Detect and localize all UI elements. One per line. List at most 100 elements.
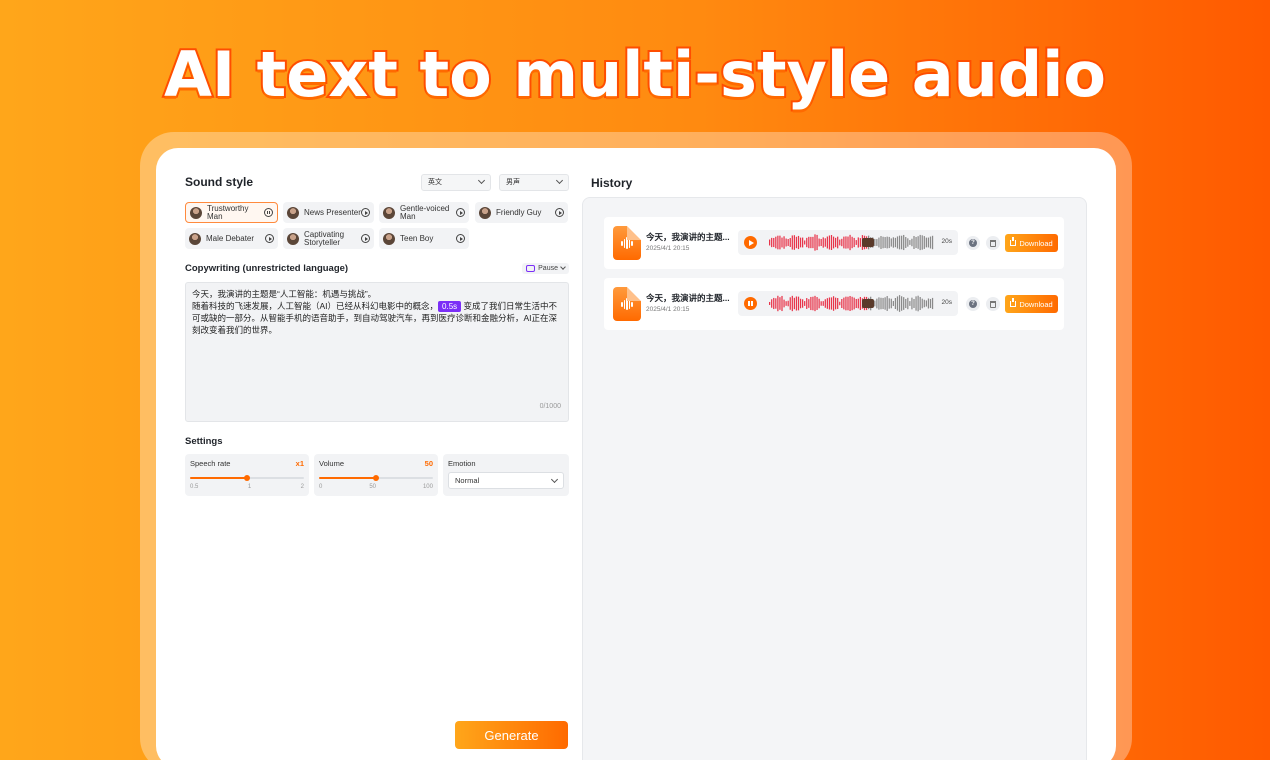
waveform[interactable] bbox=[769, 294, 934, 313]
speech-rate-label: Speech rate bbox=[190, 459, 231, 468]
char-counter: 0/1000 bbox=[539, 403, 561, 410]
copywriting-textarea[interactable]: 今天，我演讲的主题是“人工智能：机遇与挑战”。 随着科技的飞速发展，人工智能（A… bbox=[185, 282, 569, 422]
wave-bar bbox=[797, 296, 800, 311]
wave-bar bbox=[830, 235, 833, 250]
wave-bar bbox=[896, 236, 899, 249]
wave-bar bbox=[769, 239, 771, 246]
chevron-down-icon bbox=[477, 176, 486, 185]
wave-bar bbox=[909, 240, 911, 245]
help-button[interactable]: ? bbox=[966, 236, 980, 250]
play-icon[interactable] bbox=[265, 234, 274, 243]
emotion-select[interactable]: Normal bbox=[448, 472, 564, 489]
history-item: 今天，我演讲的主题... 2025/4/1 20:15 20s ? Downlo… bbox=[604, 217, 1064, 269]
wave-bar bbox=[841, 299, 843, 308]
gender-select[interactable]: 男声 bbox=[499, 173, 569, 191]
wave-bar bbox=[915, 236, 917, 249]
wave-bar bbox=[843, 236, 845, 249]
play-icon[interactable] bbox=[744, 236, 757, 249]
wave-bar bbox=[843, 297, 845, 310]
wave-bar bbox=[878, 237, 880, 248]
pause-icon[interactable] bbox=[264, 208, 273, 217]
playhead-marker[interactable] bbox=[862, 299, 874, 308]
wave-bar bbox=[853, 237, 855, 248]
pause-tag[interactable]: 0.5s bbox=[438, 301, 462, 312]
wave-bar bbox=[876, 239, 878, 246]
delete-button[interactable] bbox=[986, 297, 1000, 311]
voice-option-friendly-guy[interactable]: Friendly Guy bbox=[475, 202, 568, 223]
wave-bar bbox=[785, 238, 787, 247]
voice-option-captivating-storyteller[interactable]: Captivating Storyteller bbox=[283, 228, 374, 249]
download-button[interactable]: Download bbox=[1005, 295, 1058, 313]
wave-bar bbox=[808, 236, 810, 249]
wave-bar bbox=[892, 237, 894, 248]
wave-bar bbox=[802, 237, 804, 248]
slider-knob[interactable] bbox=[373, 475, 379, 481]
play-icon[interactable] bbox=[456, 234, 465, 243]
voice-option-male-debater[interactable]: Male Debater bbox=[185, 228, 278, 249]
wave-bar bbox=[911, 238, 913, 247]
wave-bar bbox=[845, 296, 847, 311]
generate-button[interactable]: Generate bbox=[455, 721, 568, 749]
wave-bar bbox=[791, 235, 793, 250]
wave-bar bbox=[925, 237, 927, 248]
playhead-marker[interactable] bbox=[862, 238, 874, 247]
wave-bar bbox=[820, 238, 822, 247]
wave-bar bbox=[929, 236, 932, 249]
duration: 20s bbox=[941, 238, 952, 245]
speech-rate-slider[interactable] bbox=[190, 475, 304, 481]
wave-bar bbox=[804, 240, 806, 245]
wave-bar bbox=[806, 298, 808, 309]
wave-bar bbox=[931, 235, 934, 250]
insert-pause-button[interactable]: Pause bbox=[522, 263, 569, 274]
speech-rate-value: x1 bbox=[295, 459, 304, 468]
play-icon[interactable] bbox=[361, 208, 370, 217]
wave-bar bbox=[793, 297, 795, 310]
wave-bar bbox=[779, 235, 781, 250]
history-item: 今天，我演讲的主题... 2025/4/1 20:15 20s ? Downlo… bbox=[604, 278, 1064, 330]
tick-label: 0.5 bbox=[190, 484, 199, 490]
wave-bar bbox=[810, 296, 812, 311]
wave-bar bbox=[913, 299, 915, 308]
wave-bar bbox=[849, 295, 851, 311]
wave-bar bbox=[814, 295, 816, 312]
history-item-date: 2025/4/1 20:15 bbox=[646, 306, 690, 313]
tick-label: 2 bbox=[300, 484, 304, 490]
waveform[interactable] bbox=[769, 233, 934, 252]
copywriting-title: Copywriting (unrestricted language) bbox=[185, 263, 349, 274]
voice-option-gentle-voiced-man[interactable]: Gentle-voiced Man bbox=[379, 202, 469, 223]
wave-bar bbox=[773, 237, 775, 248]
slider-fill bbox=[319, 477, 376, 479]
wave-bar bbox=[905, 298, 907, 309]
wave-bar bbox=[927, 237, 930, 248]
language-select[interactable]: 英文 bbox=[421, 173, 491, 191]
wave-bar bbox=[845, 236, 847, 249]
pause-icon[interactable] bbox=[744, 297, 757, 310]
wave-bar bbox=[894, 237, 897, 248]
wave-bar bbox=[859, 296, 861, 311]
wave-bar bbox=[890, 298, 892, 309]
voice-option-teen-boy[interactable]: Teen Boy bbox=[379, 228, 469, 249]
avatar bbox=[383, 206, 395, 219]
slider-knob[interactable] bbox=[244, 475, 250, 481]
play-icon[interactable] bbox=[361, 234, 370, 243]
play-icon[interactable] bbox=[555, 208, 564, 217]
wave-bar bbox=[781, 295, 783, 312]
wave-bar bbox=[777, 235, 779, 250]
wave-bar bbox=[859, 238, 861, 247]
tick-label: 100 bbox=[422, 484, 433, 490]
volume-slider[interactable] bbox=[319, 475, 433, 481]
question-icon: ? bbox=[969, 300, 977, 308]
play-icon[interactable] bbox=[456, 208, 465, 217]
help-button[interactable]: ? bbox=[966, 297, 980, 311]
wave-bar bbox=[799, 237, 802, 248]
delete-button[interactable] bbox=[986, 236, 1000, 250]
wave-bar bbox=[789, 238, 791, 247]
download-button[interactable]: Download bbox=[1005, 234, 1058, 252]
wave-bar bbox=[855, 240, 857, 245]
voice-option-news-presenter[interactable]: News Presenter bbox=[283, 202, 374, 223]
wave-bar bbox=[835, 297, 837, 310]
volume-setting: Volume 50 0 50 100 bbox=[314, 454, 438, 496]
chevron-down-icon bbox=[555, 176, 564, 185]
voice-option-trustworthy-man[interactable]: Trustworthy Man bbox=[185, 202, 278, 223]
wave-bar bbox=[775, 298, 777, 309]
